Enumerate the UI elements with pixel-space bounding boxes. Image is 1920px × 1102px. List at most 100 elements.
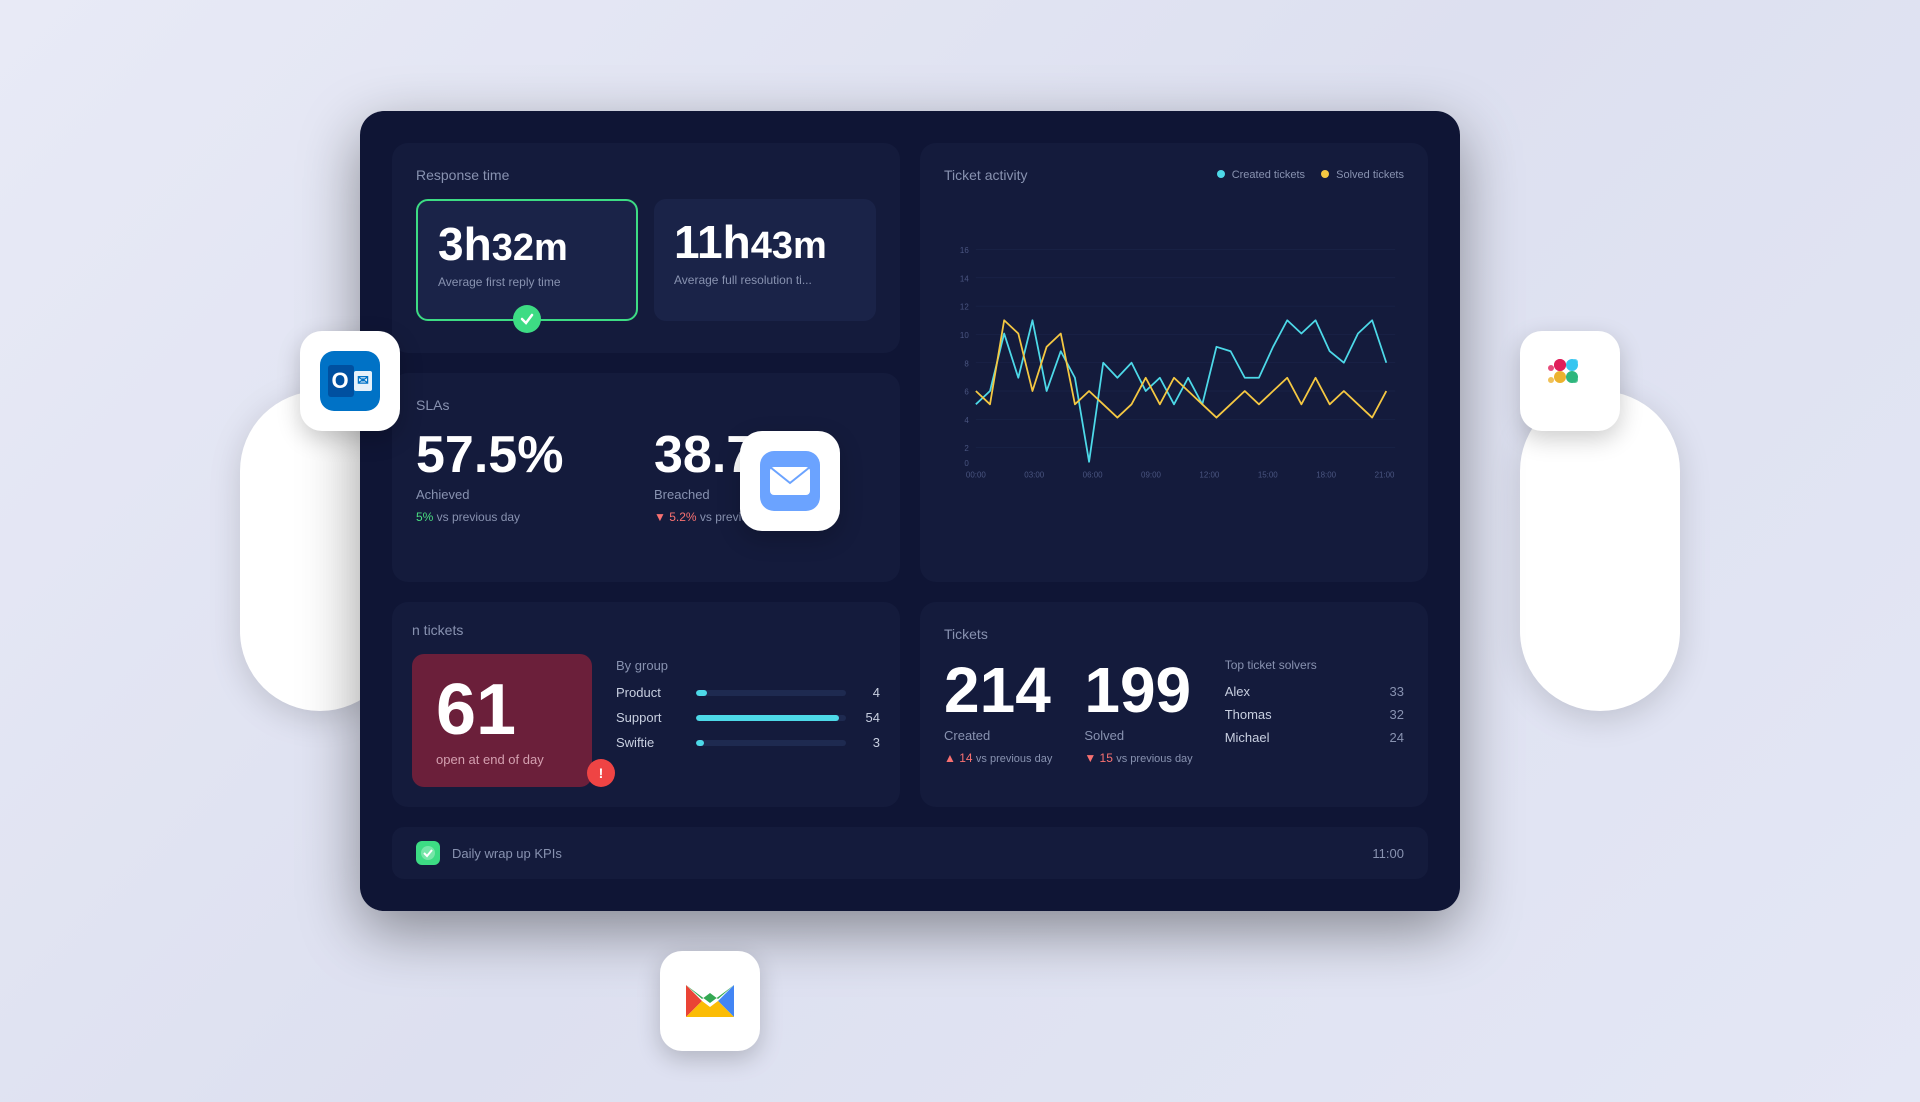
- svg-text:06:00: 06:00: [1083, 471, 1103, 480]
- svg-text:12:00: 12:00: [1199, 471, 1219, 480]
- svg-text:8: 8: [964, 359, 969, 368]
- by-group-section: By group Product 4 Support 54: [616, 654, 880, 760]
- tickets-solved-delta: ▼ 15 vs previous day: [1084, 751, 1192, 765]
- chart-legend: Created tickets Solved tickets: [1217, 169, 1404, 181]
- full-resolution-box: 11h43m Average full resolution ti...: [654, 199, 876, 321]
- group-count-support: 54: [856, 710, 880, 725]
- svg-text:15:00: 15:00: [1258, 471, 1278, 480]
- sla-achieved-value: 57.5%: [416, 429, 638, 481]
- solver-row-alex: Alex 33: [1225, 684, 1404, 699]
- outer-container: O ✉: [360, 111, 1560, 991]
- svg-text:✉: ✉: [357, 372, 369, 388]
- chart-title: Ticket activity: [944, 167, 1028, 183]
- svg-text:00:00: 00:00: [966, 471, 986, 480]
- created-dot: [1217, 170, 1225, 178]
- tickets-created: 214 Created ▲ 14 vs previous day: [944, 658, 1052, 765]
- mail-icon[interactable]: [740, 431, 840, 531]
- chart-container: 16 14 12 10 8 6 4 2 0 00:00 03:00 06:00 …: [944, 199, 1404, 530]
- svg-text:10: 10: [960, 331, 969, 340]
- dashboard: Response time 3h32m Average first reply …: [360, 111, 1460, 911]
- tickets-created-label: Created: [944, 728, 1052, 743]
- outlook-icon[interactable]: O ✉: [300, 331, 400, 431]
- svg-text:4: 4: [964, 416, 969, 425]
- chart-svg: 16 14 12 10 8 6 4 2 0 00:00 03:00 06:00 …: [944, 199, 1404, 530]
- solver-row-thomas: Thomas 32: [1225, 707, 1404, 722]
- group-name-product: Product: [616, 685, 686, 700]
- group-bar-fill-product: [696, 690, 707, 696]
- sla-achieved-label: Achieved: [416, 487, 638, 502]
- response-time-card: Response time 3h32m Average first reply …: [392, 143, 900, 353]
- first-reply-time: 3h32m: [438, 221, 616, 267]
- bottom-bar-text: Daily wrap up KPIs: [452, 846, 562, 861]
- sla-achieved: 57.5% Achieved 5% vs previous day: [416, 429, 638, 524]
- tickets-title: Tickets: [944, 626, 1404, 642]
- tickets-card: Tickets 214 Created ▲ 14 vs previous day…: [920, 602, 1428, 807]
- group-name-support: Support: [616, 710, 686, 725]
- open-tickets-title: n tickets: [412, 622, 880, 638]
- solver-count-michael: 24: [1390, 730, 1404, 745]
- bottom-bar: Daily wrap up KPIs 11:00: [392, 827, 1428, 879]
- open-tickets-card: n tickets 61 open at end of day By group…: [392, 602, 900, 807]
- svg-text:6: 6: [964, 388, 969, 397]
- tickets-solved-value: 199: [1084, 658, 1192, 722]
- solver-row-michael: Michael 24: [1225, 730, 1404, 745]
- ticket-activity-card: Ticket activity Created tickets Solved t…: [920, 143, 1428, 582]
- svg-text:03:00: 03:00: [1024, 471, 1044, 480]
- full-resolution-label: Average full resolution ti...: [674, 273, 856, 287]
- by-group-title: By group: [616, 658, 880, 673]
- solver-name-alex: Alex: [1225, 684, 1250, 699]
- legend-created: Created tickets: [1217, 169, 1305, 181]
- tickets-created-value: 214: [944, 658, 1052, 722]
- svg-text:09:00: 09:00: [1141, 471, 1161, 480]
- bottom-bar-left: Daily wrap up KPIs: [416, 841, 562, 865]
- legend-solved: Solved tickets: [1321, 169, 1404, 181]
- full-resolution-time: 11h43m: [674, 219, 856, 265]
- group-row-swiftie: Swiftie 3: [616, 735, 880, 750]
- tickets-solved-label: Solved: [1084, 728, 1192, 743]
- green-logo: [416, 841, 440, 865]
- solver-count-alex: 33: [1390, 684, 1404, 699]
- top-solvers-title: Top ticket solvers: [1225, 658, 1404, 672]
- tickets-inner: 214 Created ▲ 14 vs previous day 199 Sol…: [944, 658, 1404, 765]
- group-row-product: Product 4: [616, 685, 880, 700]
- group-bar-product: [696, 690, 846, 696]
- svg-text:O: O: [331, 368, 348, 393]
- sla-achieved-delta: 5% vs previous day: [416, 510, 638, 524]
- svg-text:18:00: 18:00: [1316, 471, 1336, 480]
- open-label: open at end of day: [436, 752, 568, 767]
- first-reply-box: 3h32m Average first reply time: [416, 199, 638, 321]
- open-number: 61: [436, 674, 568, 746]
- group-count-product: 4: [856, 685, 880, 700]
- response-time-grid: 3h32m Average first reply time 11h43m Av…: [416, 199, 876, 321]
- svg-text:12: 12: [960, 303, 969, 312]
- open-tickets-inner: 61 open at end of day By group Product 4…: [412, 654, 880, 819]
- svg-text:21:00: 21:00: [1375, 471, 1395, 480]
- solved-dot: [1321, 170, 1329, 178]
- group-bar-support: [696, 715, 846, 721]
- slack-icon[interactable]: [1520, 331, 1620, 431]
- group-row-support: Support 54: [616, 710, 880, 725]
- response-time-title: Response time: [416, 167, 876, 183]
- solver-count-thomas: 32: [1390, 707, 1404, 722]
- top-solvers: Top ticket solvers Alex 33 Thomas 32 Mic…: [1225, 658, 1404, 753]
- tickets-solved: 199 Solved ▼ 15 vs previous day: [1084, 658, 1192, 765]
- sla-title: SLAs: [416, 397, 876, 413]
- group-count-swiftie: 3: [856, 735, 880, 750]
- group-name-swiftie: Swiftie: [616, 735, 686, 750]
- tickets-created-delta: ▲ 14 vs previous day: [944, 751, 1052, 765]
- solver-name-michael: Michael: [1225, 730, 1270, 745]
- group-bar-fill-swiftie: [696, 740, 704, 746]
- open-number-section: 61 open at end of day: [412, 654, 592, 787]
- bottom-bar-time: 11:00: [1372, 846, 1404, 861]
- right-pill: [1520, 391, 1680, 711]
- chart-header: Ticket activity Created tickets Solved t…: [944, 167, 1404, 183]
- alert-badge: !: [587, 759, 615, 787]
- svg-text:2: 2: [964, 444, 969, 453]
- svg-text:14: 14: [960, 274, 969, 283]
- svg-text:0: 0: [964, 459, 969, 468]
- group-bar-fill-support: [696, 715, 839, 721]
- gmail-icon[interactable]: [660, 951, 760, 1051]
- first-reply-label: Average first reply time: [438, 275, 616, 289]
- check-badge: [513, 305, 541, 333]
- solver-name-thomas: Thomas: [1225, 707, 1272, 722]
